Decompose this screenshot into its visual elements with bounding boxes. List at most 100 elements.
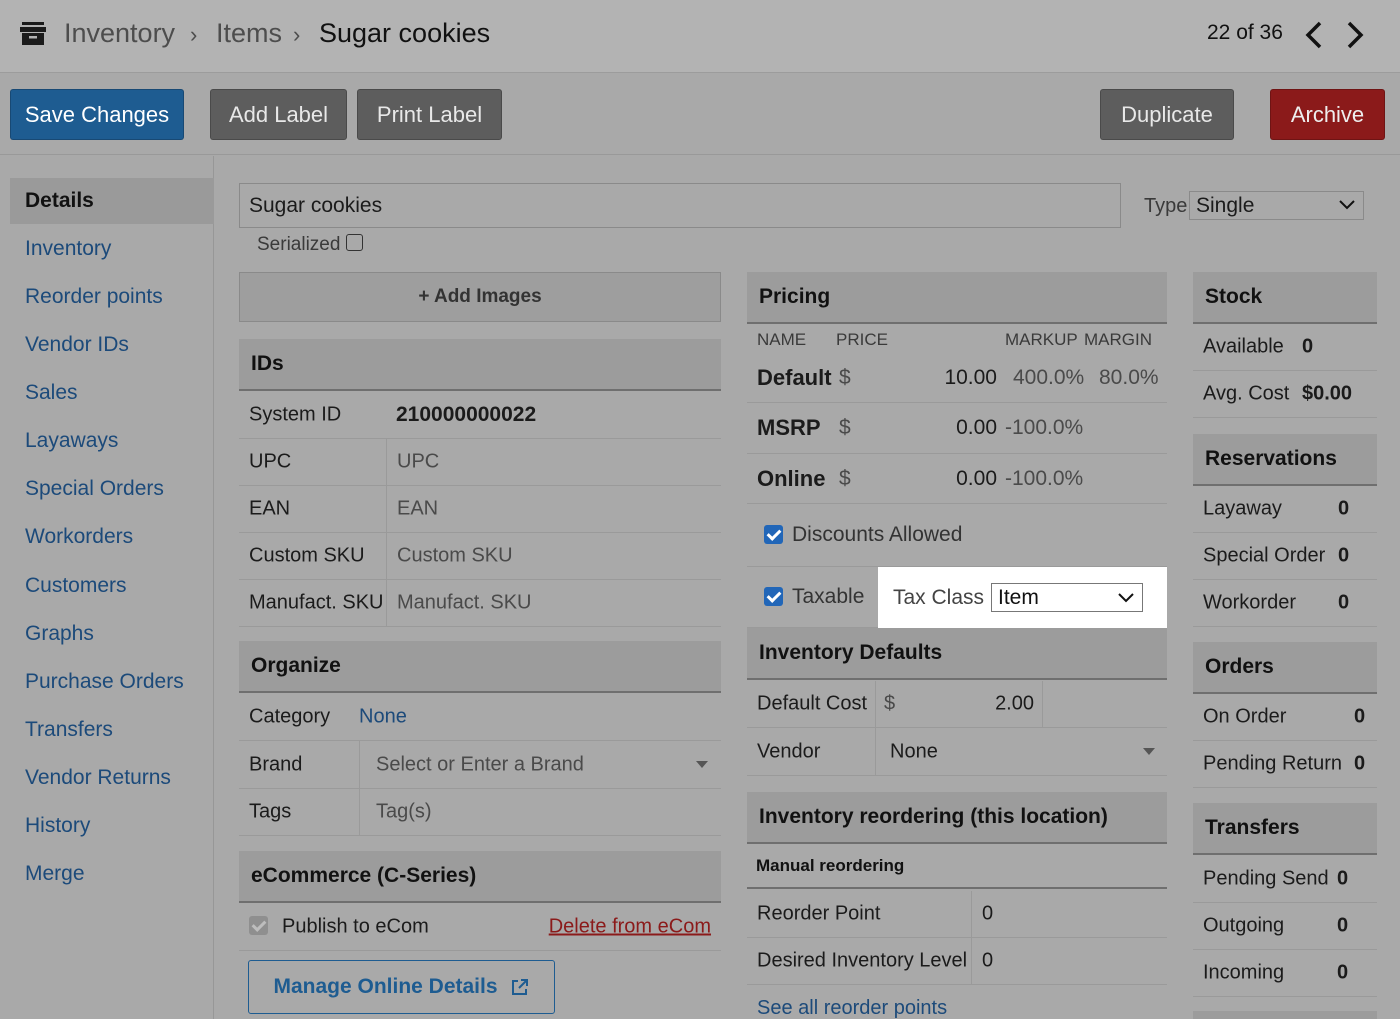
available-value: 0: [1302, 335, 1314, 358]
price-margin: 80.0%: [1099, 365, 1159, 389]
sidebar-item-merge[interactable]: Merge: [10, 851, 214, 897]
tax-class-highlight: Tax Class Item: [878, 567, 1167, 628]
desired-level-row: Desired Inventory Level 0: [747, 938, 1167, 985]
ecommerce-panel-header: eCommerce (C-Series): [239, 851, 721, 903]
manage-online-details-button[interactable]: Manage Online Details: [248, 960, 555, 1014]
next-panel-header-edge: [1193, 1011, 1377, 1019]
taxable-checkbox[interactable]: [764, 587, 783, 606]
sidebar-item-sales[interactable]: Sales: [10, 370, 214, 416]
category-row: Category None: [239, 694, 721, 741]
sidebar-item-purchase-orders[interactable]: Purchase Orders: [10, 659, 214, 705]
upc-placeholder: UPC: [397, 450, 440, 473]
price-markup: 400.0%: [1013, 365, 1085, 389]
type-select[interactable]: Single: [1189, 191, 1364, 220]
pricing-col-margin: MARGIN: [1084, 330, 1152, 349]
breadcrumb-items[interactable]: Items: [216, 18, 282, 49]
manufact-sku-input[interactable]: Manufact. SKU: [386, 580, 721, 626]
external-link-icon: [511, 979, 528, 995]
sidebar-item-details[interactable]: Details: [10, 178, 214, 224]
upc-input[interactable]: UPC: [386, 439, 721, 485]
tags-input[interactable]: Tag(s): [359, 789, 721, 835]
vendor-select[interactable]: None: [875, 728, 1167, 775]
currency-symbol: $: [839, 416, 851, 439]
sidebar-item-customers[interactable]: Customers: [10, 563, 214, 609]
chevron-down-icon: [1118, 593, 1134, 603]
reorder-point-input[interactable]: 0: [971, 891, 1167, 937]
system-id-row: System ID 210000000022: [239, 392, 721, 439]
sidebar-item-transfers[interactable]: Transfers: [10, 707, 214, 753]
caret-down-icon: [1143, 748, 1155, 755]
brand-row: Brand Select or Enter a Brand: [239, 741, 721, 789]
previous-record-icon[interactable]: [1299, 18, 1329, 52]
archive-button[interactable]: Archive: [1270, 89, 1385, 140]
ean-label: EAN: [249, 497, 291, 520]
default-cost-value: 2.00: [995, 692, 1034, 715]
add-label-button[interactable]: Add Label: [210, 89, 347, 140]
workorder-row: Workorder 0: [1193, 580, 1377, 627]
duplicate-button[interactable]: Duplicate: [1100, 89, 1234, 140]
brand-select[interactable]: Select or Enter a Brand: [359, 741, 721, 788]
caret-down-icon: [696, 761, 708, 768]
workorder-value: 0: [1338, 591, 1350, 614]
pending-return-value: 0: [1354, 752, 1366, 775]
type-label: Type: [1144, 195, 1188, 217]
manufact-sku-label: Manufact. SKU: [249, 591, 384, 614]
archive-box-icon: [20, 22, 46, 45]
workorder-label: Workorder: [1203, 591, 1296, 614]
sidebar-item-reorder-points[interactable]: Reorder points: [10, 274, 214, 320]
price-input[interactable]: 0.00: [956, 467, 997, 491]
next-record-icon[interactable]: [1340, 18, 1370, 52]
upc-label: UPC: [249, 450, 292, 473]
delete-from-ecom-link[interactable]: Delete from eCom: [549, 916, 711, 939]
stock-panel-header: Stock: [1193, 272, 1377, 324]
desired-level-input[interactable]: 0: [971, 938, 1167, 984]
custom-sku-input[interactable]: Custom SKU: [386, 533, 721, 579]
pricing-col-markup: MARKUP: [1005, 330, 1078, 349]
sidebar-item-workorders[interactable]: Workorders: [10, 514, 214, 560]
serialized-checkbox[interactable]: [346, 234, 363, 251]
action-toolbar: Save Changes Add Label Print Label Dupli…: [0, 73, 1400, 155]
pending-return-row: Pending Return 0: [1193, 741, 1377, 788]
chevron-down-icon: [1339, 200, 1355, 210]
discounts-allowed-checkbox[interactable]: [764, 525, 783, 544]
tax-class-select[interactable]: Item: [991, 583, 1143, 612]
price-input[interactable]: 10.00: [944, 366, 997, 390]
sidebar-item-special-orders[interactable]: Special Orders: [10, 466, 214, 512]
avg-cost-row: Avg. Cost $0.00: [1193, 371, 1377, 418]
print-label-button[interactable]: Print Label: [357, 89, 502, 140]
add-images-button[interactable]: + Add Images: [239, 272, 721, 322]
pending-return-label: Pending Return: [1203, 752, 1342, 775]
pending-send-row: Pending Send 0: [1193, 856, 1377, 903]
tags-placeholder: Tag(s): [376, 800, 432, 823]
desired-level-label: Desired Inventory Level: [757, 949, 968, 972]
publish-ecom-checkbox[interactable]: [249, 916, 268, 935]
breadcrumb-inventory[interactable]: Inventory: [64, 18, 175, 49]
pager-position: 22 of 36: [1207, 21, 1283, 44]
on-order-value: 0: [1354, 705, 1366, 728]
currency-symbol: $: [884, 692, 896, 715]
ean-input[interactable]: EAN: [386, 486, 721, 532]
default-cost-input[interactable]: $ 2.00: [875, 681, 1043, 727]
price-input[interactable]: 0.00: [956, 416, 997, 440]
incoming-row: Incoming 0: [1193, 950, 1377, 997]
item-name-input[interactable]: [239, 183, 1121, 228]
sidebar-item-history[interactable]: History: [10, 803, 214, 849]
discounts-row: Discounts Allowed: [747, 504, 1167, 567]
manufact-sku-row: Manufact. SKU Manufact. SKU: [239, 580, 721, 627]
sidebar-item-graphs[interactable]: Graphs: [10, 611, 214, 657]
price-row-msrp: MSRP $ 0.00 -100.0%: [747, 403, 1167, 454]
special-order-value: 0: [1338, 544, 1350, 567]
sidebar-item-layaways[interactable]: Layaways: [10, 418, 214, 464]
avg-cost-label: Avg. Cost: [1203, 382, 1290, 405]
save-changes-button[interactable]: Save Changes: [10, 89, 184, 140]
manual-reordering-subheader: Manual reordering: [747, 845, 1167, 889]
see-all-reorder-points-link[interactable]: See all reorder points: [757, 997, 947, 1019]
custom-sku-row: Custom SKU Custom SKU: [239, 533, 721, 580]
sidebar-item-inventory[interactable]: Inventory: [10, 226, 214, 272]
manage-online-details-label: Manage Online Details: [273, 975, 498, 998]
category-label: Category: [249, 705, 331, 728]
special-order-label: Special Order: [1203, 544, 1326, 567]
sidebar-item-vendor-returns[interactable]: Vendor Returns: [10, 755, 214, 801]
sidebar-item-vendor-ids[interactable]: Vendor IDs: [10, 322, 214, 368]
category-value-link[interactable]: None: [359, 706, 407, 729]
